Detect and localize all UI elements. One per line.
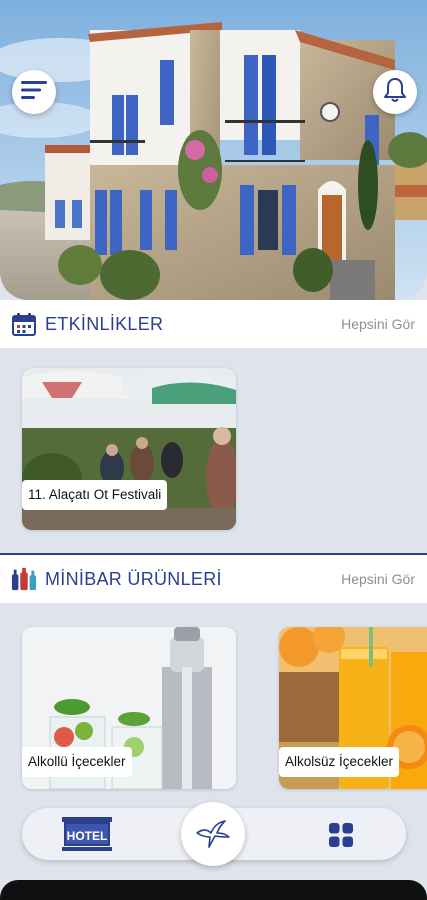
app-screen: ETKİNLİKLER Hepsini Gör 11. Alaçatı Ot F… <box>0 0 427 900</box>
minibar-section-title: MİNİBAR ÜRÜNLERİ <box>45 568 222 589</box>
hotel-sign-label: HOTEL <box>67 829 108 843</box>
events-section-title: ETKİNLİKLER <box>45 313 164 334</box>
nav-home-button[interactable] <box>181 802 245 866</box>
nav-hotel-button[interactable]: HOTEL <box>60 817 114 853</box>
menu-button[interactable] <box>12 70 56 114</box>
system-home-bar <box>0 880 427 900</box>
minibar-see-all-link[interactable]: Hepsini Gör <box>341 571 415 587</box>
minibar-card-alcoholic[interactable]: Alkollü İçecekler <box>22 627 236 789</box>
hotel-sign-icon: HOTEL <box>62 817 112 851</box>
notifications-button[interactable] <box>373 70 417 114</box>
event-card[interactable]: 11. Alaçatı Ot Festivali <box>22 368 236 530</box>
minibar-card-non-alcoholic[interactable]: Alkolsüz İçecekler <box>279 627 427 789</box>
bottles-icon <box>11 566 37 592</box>
minibar-section-header: MİNİBAR ÜRÜNLERİ Hepsini Gör <box>0 555 427 603</box>
minibar-card-label: Alkolsüz İçecekler <box>279 747 400 777</box>
minibar-carousel: Alkollü İçecekler Alkolsüz İçecekler <box>0 603 427 808</box>
event-card-label: 11. Alaçatı Ot Festivali <box>22 480 168 510</box>
minibar-card-label: Alkollü İçecekler <box>22 747 132 777</box>
events-section-header: ETKİNLİKLER Hepsini Gör <box>0 300 427 348</box>
bird-logo-icon <box>196 820 230 848</box>
hamburger-menu-icon <box>21 80 47 105</box>
events-carousel: 11. Alaçatı Ot Festivali <box>0 348 427 553</box>
nav-grid-button[interactable] <box>328 822 354 848</box>
calendar-icon <box>11 311 37 337</box>
bell-icon <box>383 77 407 108</box>
grid-icon <box>329 823 353 847</box>
hero-image <box>0 0 427 300</box>
events-see-all-link[interactable]: Hepsini Gör <box>341 316 415 332</box>
